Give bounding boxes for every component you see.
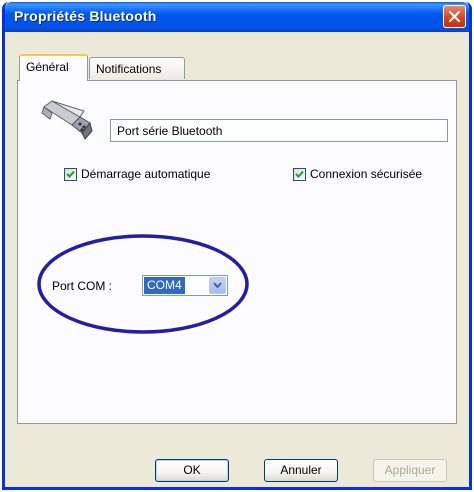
- tab-notifications[interactable]: Notifications: [89, 57, 185, 79]
- checkbox-checked[interactable]: [293, 167, 306, 181]
- auto-start-checkbox[interactable]: Démarrage automatique: [64, 167, 210, 181]
- auto-start-label: Démarrage automatique: [81, 167, 211, 181]
- com-port-dropdown[interactable]: COM4: [142, 275, 228, 296]
- close-button[interactable]: [443, 5, 466, 28]
- checkmark-icon: [295, 170, 304, 178]
- chevron-down-icon: [213, 282, 222, 289]
- checkbox-checked[interactable]: [64, 167, 77, 181]
- secure-connection-checkbox[interactable]: Connexion sécurisée: [293, 167, 422, 181]
- title-bar[interactable]: Propriétés Bluetooth: [5, 2, 469, 32]
- general-tab-panel: Démarrage automatique Connexion sécurisé…: [17, 80, 457, 424]
- dropdown-arrow-button[interactable]: [209, 277, 226, 294]
- tab-general[interactable]: Général: [19, 54, 88, 81]
- com-port-label: Port COM :: [52, 279, 113, 293]
- checkmark-icon: [66, 170, 75, 178]
- bluetooth-properties-window: Propriétés Bluetooth Général Notificatio…: [2, 2, 472, 490]
- close-icon: [448, 10, 461, 23]
- serial-port-connector-icon: [41, 100, 93, 140]
- com-port-selected-value[interactable]: COM4: [144, 277, 185, 294]
- apply-button[interactable]: Appliquer: [373, 459, 447, 482]
- ok-button[interactable]: OK: [155, 459, 229, 482]
- secure-connection-label: Connexion sécurisée: [310, 167, 423, 181]
- window-title: Propriétés Bluetooth: [14, 8, 157, 24]
- device-name-field[interactable]: [110, 119, 448, 142]
- cancel-button[interactable]: Annuler: [264, 459, 338, 482]
